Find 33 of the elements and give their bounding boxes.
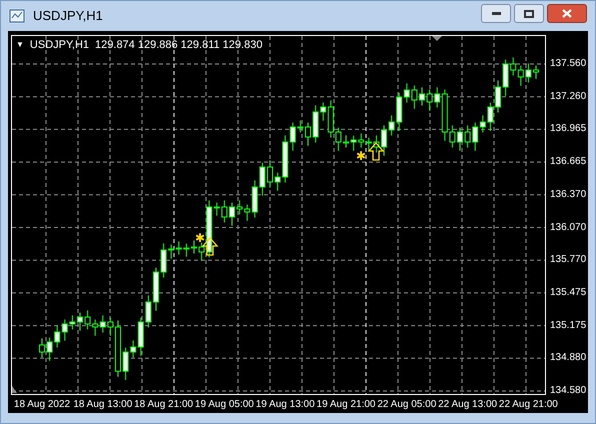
close-button[interactable] <box>547 4 587 23</box>
time-label: 18 Aug 21:00 <box>134 398 194 412</box>
price-label: 135.475 <box>550 286 586 300</box>
time-label: 19 Aug 13:00 <box>256 398 315 412</box>
price-label: 135.175 <box>550 318 586 333</box>
chart-quote: 129.874 129.886 129.811 129.830 <box>95 38 262 53</box>
close-icon <box>562 9 572 18</box>
price-label: 137.260 <box>550 90 586 104</box>
time-label: 18 Aug 2022 <box>14 398 70 412</box>
price-label: 136.665 <box>550 155 586 170</box>
maximize-button[interactable] <box>514 4 544 23</box>
chart-window-icon <box>9 8 25 24</box>
price-label: 137.560 <box>550 57 586 71</box>
time-label: 19 Aug 21:00 <box>316 398 376 412</box>
star-signal: ✱ <box>195 231 205 245</box>
time-label: 22 Aug 13:00 <box>438 398 498 412</box>
time-label: 19 Aug 05:00 <box>194 398 254 412</box>
price-label: 136.370 <box>550 188 586 202</box>
price-label: 134.880 <box>550 351 586 366</box>
price-label: 134.580 <box>550 384 586 398</box>
star-signal: ✱ <box>356 149 366 163</box>
time-label: 18 Aug 13:00 <box>73 398 132 412</box>
price-label: 136.965 <box>550 122 586 136</box>
chart-symbol: USDJPY,H1 <box>30 38 90 53</box>
shift-marker-icon <box>432 36 442 41</box>
time-label: 22 Aug 21:00 <box>498 398 558 412</box>
time-label: 22 Aug 05:00 <box>377 398 436 412</box>
window-title: USDJPY,H1 <box>33 7 104 26</box>
minimize-button[interactable] <box>481 4 511 23</box>
price-label: 135.770 <box>550 253 586 268</box>
up-arrow-icon <box>368 142 384 161</box>
dropdown-triangle[interactable]: ▼ <box>16 39 24 52</box>
price-label: 136.070 <box>550 220 586 234</box>
